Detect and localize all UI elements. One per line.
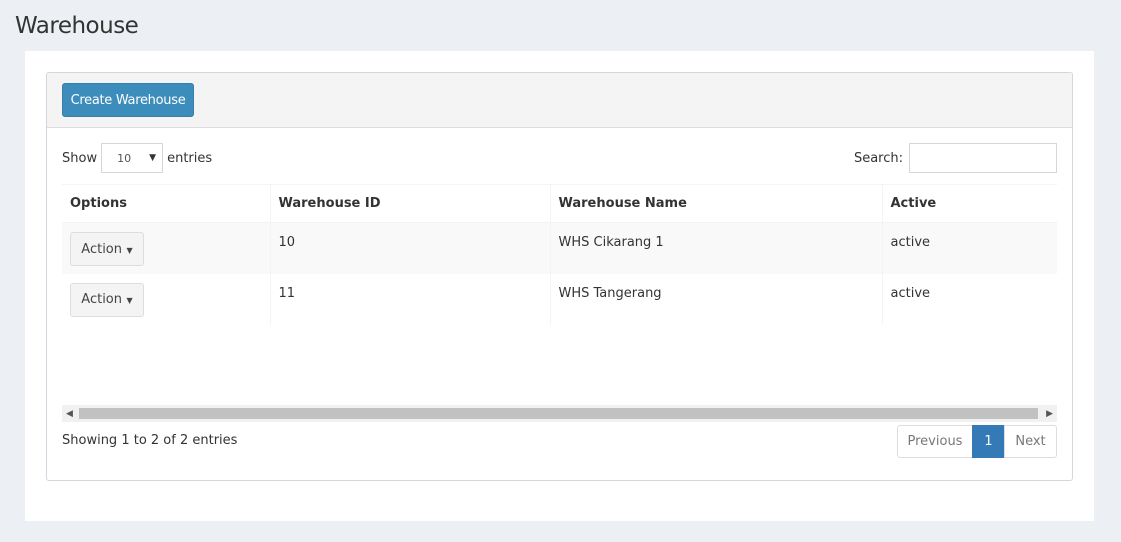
show-label: Show <box>62 150 98 166</box>
content-card: Create Warehouse Show 10 ▼ entries Searc… <box>25 51 1094 521</box>
header-warehouse-id[interactable]: Warehouse ID <box>269 184 550 223</box>
previous-page-button[interactable]: Previous <box>897 425 973 458</box>
caret-down-icon: ▼ <box>124 245 133 255</box>
warehouse-id-cell: 11 <box>269 273 550 325</box>
action-label: Action <box>81 241 122 257</box>
table-row: Action ▼ 10 WHS Cikarang 1 active <box>62 222 1057 274</box>
action-button[interactable]: Action ▼ <box>70 232 144 266</box>
scroll-left-icon[interactable]: ◀ <box>66 408 73 419</box>
active-cell: active <box>881 273 1057 325</box>
search-control: Search: <box>854 143 1057 173</box>
warehouse-name-cell: WHS Tangerang <box>549 273 882 325</box>
options-cell: Action ▼ <box>62 223 270 274</box>
entries-select[interactable]: 10 ▼ <box>101 143 164 173</box>
panel-header: Create Warehouse <box>47 73 1072 128</box>
entries-select-value: 10 <box>117 152 132 165</box>
search-label: Search: <box>853 150 903 166</box>
header-warehouse-name[interactable]: Warehouse Name <box>549 184 882 223</box>
warehouse-table: Options Warehouse ID Warehouse Name Acti… <box>62 184 1057 325</box>
active-cell: active <box>881 222 1057 274</box>
header-active[interactable]: Active <box>881 184 1057 223</box>
header-options[interactable]: Options <box>62 184 270 223</box>
scroll-right-icon[interactable]: ▶ <box>1046 408 1053 419</box>
horizontal-scrollbar[interactable]: ◀ ▶ <box>62 405 1057 422</box>
table-header-row: Options Warehouse ID Warehouse Name Acti… <box>62 184 1057 223</box>
chevron-down-icon: ▼ <box>149 153 157 163</box>
scrollbar-thumb[interactable] <box>79 408 1038 419</box>
caret-down-icon: ▼ <box>124 296 133 305</box>
table-container: Options Warehouse ID Warehouse Name Acti… <box>62 184 1057 421</box>
options-cell: Action ▼ <box>62 274 270 325</box>
warehouse-panel: Create Warehouse Show 10 ▼ entries Searc… <box>46 72 1073 481</box>
pagination: Previous 1 Next <box>897 425 1057 458</box>
table-row: Action ▼ 11 WHS Tangerang active <box>62 273 1057 325</box>
action-label: Action <box>81 292 122 307</box>
warehouse-id-cell: 10 <box>269 222 550 274</box>
next-page-button[interactable]: Next <box>1004 425 1057 458</box>
action-button[interactable]: Action ▼ <box>70 282 144 317</box>
page-1-button[interactable]: 1 <box>972 425 1005 458</box>
page-title: Warehouse <box>15 13 139 39</box>
search-input[interactable] <box>909 143 1057 173</box>
create-warehouse-button[interactable]: Create Warehouse <box>62 83 194 117</box>
table-info: Showing 1 to 2 of 2 entries <box>62 433 238 448</box>
entries-length-control: Show 10 ▼ entries <box>62 143 212 173</box>
entries-label: entries <box>167 150 213 166</box>
warehouse-name-cell: WHS Cikarang 1 <box>549 222 882 274</box>
